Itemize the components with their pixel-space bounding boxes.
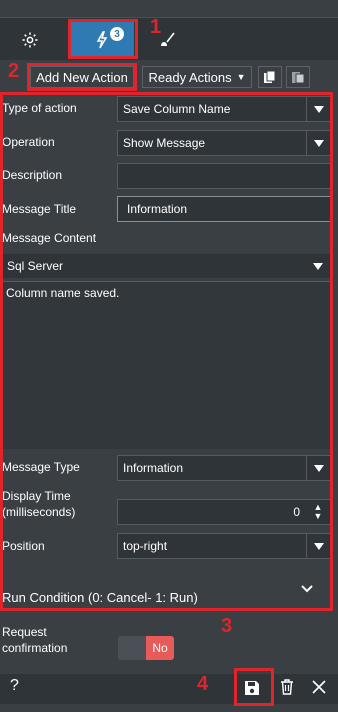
chevron-down-icon	[306, 131, 330, 155]
message-title-input[interactable]: Information	[117, 196, 331, 222]
chevron-down-icon	[306, 97, 330, 121]
help-button[interactable]: ?	[10, 677, 19, 695]
delete-button[interactable]	[279, 678, 297, 698]
type-of-action-select[interactable]: Save Column Name	[117, 96, 331, 122]
stepper-arrows-icon[interactable]: ▲ ▼	[306, 500, 330, 524]
ready-actions-label: Ready Actions	[148, 69, 232, 85]
description-input[interactable]	[117, 163, 331, 189]
copy-button[interactable]	[258, 66, 282, 88]
caret-down-icon: ▼	[236, 72, 246, 82]
annotation-number-3: 3	[221, 615, 233, 637]
message-title-label: Message Title	[2, 202, 77, 216]
position-select[interactable]: top-right	[117, 533, 331, 559]
chevron-down-icon	[306, 456, 330, 480]
gear-icon	[22, 32, 38, 48]
annotation-number-1: 1	[150, 16, 162, 38]
message-content-label: Message Content	[2, 231, 97, 245]
chevron-down-icon	[306, 254, 330, 278]
brush-icon	[161, 32, 175, 46]
annotation-number-4: 4	[197, 673, 209, 695]
tab-actions[interactable]: 3	[70, 22, 134, 58]
type-of-action-value: Save Column Name	[123, 102, 231, 116]
message-type-label: Message Type	[2, 460, 80, 474]
ready-actions-dropdown[interactable]: Ready Actions ▼	[142, 66, 252, 88]
request-confirmation-toggle[interactable]: No	[118, 636, 174, 660]
chevron-down-icon	[301, 585, 313, 593]
display-time-input[interactable]: 0 ▲ ▼	[117, 499, 331, 525]
display-time-label: Display Time (milliseconds)	[2, 488, 75, 520]
save-icon	[245, 681, 259, 695]
close-button[interactable]	[310, 678, 330, 698]
description-label: Description	[2, 168, 63, 182]
save-button[interactable]	[242, 678, 264, 700]
annotation-number-2: 2	[8, 60, 20, 82]
language-value: Sql Server	[7, 259, 64, 273]
message-content-editor[interactable]: Column name saved.	[1, 281, 331, 449]
display-time-label-line1: Display Time	[2, 489, 71, 503]
position-label: Position	[2, 539, 45, 553]
actions-count-badge: 3	[110, 27, 124, 41]
paste-button[interactable]	[286, 66, 310, 88]
operation-label: Operation	[2, 135, 55, 149]
add-new-action-button[interactable]: Add New Action	[30, 66, 134, 88]
display-time-value: 0	[293, 505, 300, 519]
lightning-icon	[96, 31, 108, 49]
request-confirmation-line2: confirmation	[2, 641, 68, 655]
message-type-value: Information	[123, 461, 184, 475]
message-type-select[interactable]: Information	[117, 455, 331, 481]
paste-icon	[292, 72, 305, 84]
close-icon	[312, 680, 326, 694]
tab-settings[interactable]	[10, 22, 50, 58]
expand-run-condition-button[interactable]	[298, 580, 318, 600]
type-of-action-label: Type of action	[2, 101, 77, 115]
top-strip	[0, 0, 338, 18]
request-confirmation-line1: Request	[2, 625, 47, 639]
copy-icon	[264, 70, 276, 83]
message-content-text: Column name saved.	[6, 286, 120, 300]
request-confirmation-label: Request confirmation	[2, 624, 67, 656]
run-condition-label: Run Condition (0: Cancel- 1: Run)	[2, 590, 198, 605]
chevron-down-icon	[306, 534, 330, 558]
toggle-no-label: No	[146, 636, 174, 660]
position-value: top-right	[123, 539, 168, 553]
operation-select[interactable]: Show Message	[117, 130, 331, 156]
trash-icon	[281, 679, 293, 695]
language-select[interactable]: Sql Server	[1, 253, 331, 279]
display-time-label-line2: (milliseconds)	[2, 505, 76, 519]
operation-value: Show Message	[123, 136, 206, 150]
